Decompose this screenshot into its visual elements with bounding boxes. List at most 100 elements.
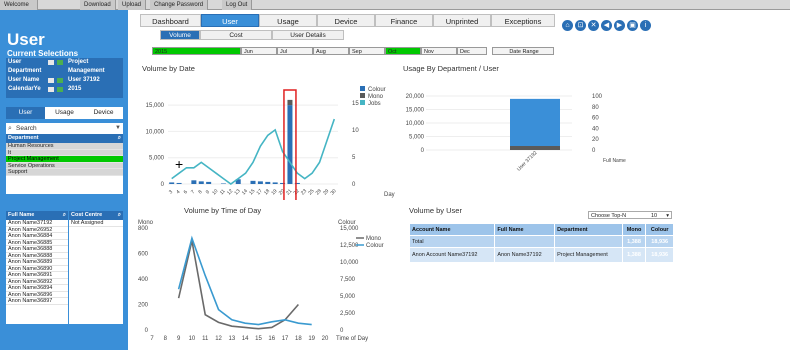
y-tick-label: 0 (145, 328, 149, 334)
selection-row[interactable]: Department Management (8, 68, 121, 76)
chevron-down-icon: ▾ (666, 213, 669, 219)
volume-by-user-title: Volume by User (409, 206, 462, 215)
tab-finance[interactable]: Finance (375, 14, 433, 27)
search-icon: ⌕ (8, 125, 12, 132)
logout-link[interactable]: Log Out (222, 0, 253, 10)
mono-line (177, 240, 299, 330)
y2-tick-label: 0 (592, 148, 596, 154)
chevron-down-icon[interactable]: ▼ (115, 125, 121, 131)
list-item[interactable]: Support (6, 169, 123, 176)
clear-icon[interactable]: ✕ (588, 20, 599, 31)
download-link[interactable]: Download (80, 0, 116, 10)
upload-link[interactable]: Upload (118, 0, 147, 10)
page-title: User (7, 30, 45, 49)
x-tick-label: 15 (255, 336, 262, 342)
selection-row[interactable]: User Name User 37192 (8, 77, 121, 85)
edit-icon[interactable] (48, 60, 54, 65)
info-icon[interactable]: i (640, 20, 651, 31)
list-item[interactable]: Anon Name36897 (6, 298, 68, 305)
column-header[interactable]: Department (554, 223, 623, 236)
selection-row[interactable]: User Project (8, 59, 121, 67)
sidebar: User Current Selections User Project Depa… (0, 10, 126, 350)
timeline-month[interactable]: Nov (421, 47, 457, 55)
x-tick-label: 9 (177, 336, 181, 342)
x-axis-label: Day (384, 192, 395, 198)
usage-by-dept-chart[interactable]: 0 5,000 10,000 15,000 20,000 0 20 40 60 80 100 User… (398, 72, 678, 200)
bar-colour (510, 98, 560, 146)
lock-icon[interactable] (57, 78, 63, 83)
x-tick-label: 7 (190, 189, 196, 195)
timeline-year[interactable]: 2015 (152, 47, 241, 55)
timeline-month[interactable]: Sep (349, 47, 385, 55)
volume-by-time-chart[interactable]: 0 200 400 600 800 0 2,500 5,000 7,500 10,000 12,50… (128, 206, 398, 350)
y-tick-label: 600 (138, 252, 149, 258)
column-header[interactable]: Account Name (408, 223, 496, 236)
x-tick-label: 3 (168, 189, 174, 195)
y-tick-label: 20,000 (406, 94, 425, 100)
bar-colour (272, 182, 278, 184)
x-tick-label: 6 (183, 189, 189, 195)
tab-dashboard[interactable]: Dashboard (140, 14, 201, 27)
x-tick-label: 7 (150, 336, 154, 342)
bar-colour (287, 105, 293, 184)
lock-icon[interactable]: ⊡ (575, 20, 586, 31)
department-header: Department (8, 135, 39, 141)
costcentre-listbox: Cost Centre ⌕ Not Assigned (69, 211, 123, 324)
tab-device[interactable]: Device (317, 14, 375, 27)
timeline-month[interactable]: Jun (241, 47, 277, 55)
lock-icon[interactable] (57, 87, 63, 92)
search-icon[interactable]: ⌕ (63, 211, 66, 220)
edit-icon[interactable] (48, 87, 54, 92)
sidebar-tab-user[interactable]: User (6, 107, 45, 119)
sidebar-tab-device[interactable]: Device (84, 107, 123, 119)
crosshair-cursor: + (175, 156, 183, 172)
search-icon[interactable]: ⌕ (118, 211, 121, 220)
sidebar-tab-usage[interactable]: Usage (45, 107, 84, 119)
timeline-month[interactable]: Dec (457, 47, 487, 55)
forward-icon[interactable]: ▶ (614, 20, 625, 31)
x-tick-label: 20 (322, 336, 329, 342)
timeline-month[interactable]: Aug (313, 47, 349, 55)
y2-tick-label: 10 (352, 128, 359, 134)
edit-icon[interactable] (48, 78, 54, 83)
lock-icon[interactable] (57, 60, 63, 65)
y2-tick-label: 40 (592, 126, 599, 132)
x-tick-label: 16 (268, 336, 275, 342)
x-tick-label: 13 (229, 336, 236, 342)
column-header[interactable]: Mono (621, 223, 647, 236)
change-password-link[interactable]: Change Password (150, 0, 209, 10)
print-icon[interactable]: ▣ (627, 20, 638, 31)
legend-label: Colour (368, 87, 386, 93)
x-tick-label: 14 (242, 336, 249, 342)
list-item[interactable]: Not Assigned (69, 220, 123, 227)
y2-tick-label: 0 (340, 328, 344, 334)
column-header[interactable]: Colour (645, 223, 674, 236)
timeline-month[interactable]: Jul (277, 47, 313, 55)
subtab-volume[interactable]: Volume (160, 30, 200, 40)
tab-exceptions[interactable]: Exceptions (491, 14, 555, 27)
y2-tick-label: 2,500 (340, 311, 356, 317)
selection-row[interactable]: CalendarYe 2015 (8, 86, 121, 94)
bar-mono (287, 99, 293, 106)
tab-user[interactable]: User (201, 14, 259, 27)
welcome-link[interactable]: Welcome (0, 0, 38, 10)
volume-by-date-chart[interactable]: 05,00010,00015,0000510153 4 6 7 8 9 10 11 12 13 14… (128, 72, 398, 200)
bar-colour (169, 182, 175, 184)
search-icon[interactable]: ⌕ (118, 134, 121, 143)
top-n-select[interactable]: Choose Top-N 10 ▾ (588, 211, 672, 219)
x-tick-label: 18 (295, 336, 302, 342)
table-row[interactable]: Anon Account Name37192 Anon Name37192 Pr… (408, 247, 674, 263)
timeline-month[interactable]: Oct (385, 47, 421, 55)
column-header[interactable]: Full Name (494, 223, 556, 236)
tab-unprinted[interactable]: Unprinted (433, 14, 491, 27)
date-range-button[interactable]: Date Range (492, 47, 554, 55)
subtab-user-details[interactable]: User Details (272, 30, 344, 40)
y-tick-label: 0 (161, 182, 165, 188)
x-tick-label: 8 (197, 189, 203, 195)
tab-usage[interactable]: Usage (259, 14, 317, 27)
back-icon[interactable]: ◀ (601, 20, 612, 31)
x-tick-label: 4 (175, 189, 181, 195)
y-tick-label: 200 (138, 303, 149, 309)
subtab-cost[interactable]: Cost (200, 30, 272, 40)
bookmark-icon[interactable]: ⌂ (562, 20, 573, 31)
